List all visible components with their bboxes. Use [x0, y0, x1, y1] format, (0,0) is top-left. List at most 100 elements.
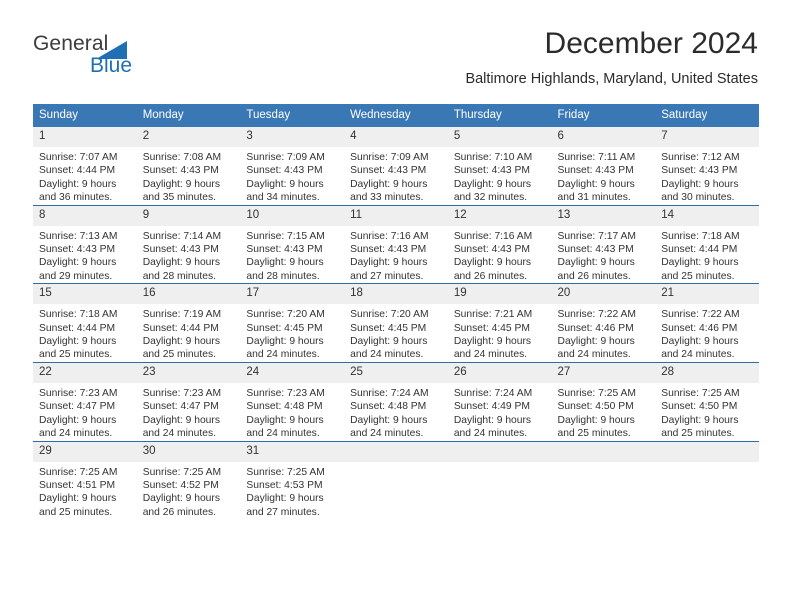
daylight-text-line1: Daylight: 9 hours — [557, 336, 635, 348]
day-cell[interactable]: 30 Sunrise: 7:25 AM Sunset: 4:52 PM Dayl… — [136, 440, 241, 520]
daylight-text-line2: and 26 minutes. — [453, 270, 528, 282]
daylight-text-line1: Daylight: 9 hours — [39, 336, 117, 348]
sunrise-text: Sunrise: 7:25 AM — [246, 466, 325, 478]
daylight-text-line1: Daylight: 9 hours — [661, 336, 739, 348]
day-cell[interactable]: 19 Sunrise: 7:21 AM Sunset: 4:45 PM Dayl… — [447, 283, 552, 363]
day-cell[interactable]: 22 Sunrise: 7:23 AM Sunset: 4:47 PM Dayl… — [33, 361, 137, 441]
day-cell[interactable]: 17 Sunrise: 7:20 AM Sunset: 4:45 PM Dayl… — [240, 283, 345, 363]
day-details: Sunrise: 7:09 AM Sunset: 4:43 PM Dayligh… — [240, 147, 344, 205]
daylight-text-line2: and 24 minutes. — [453, 349, 528, 361]
daylight-text-line1: Daylight: 9 hours — [453, 178, 532, 190]
day-cell[interactable]: 28 Sunrise: 7:25 AM Sunset: 4:50 PM Dayl… — [655, 361, 759, 441]
daylight-text-line2: and 24 minutes. — [453, 428, 528, 440]
day-details: Sunrise: 7:18 AM Sunset: 4:44 PM Dayligh… — [33, 304, 137, 362]
day-cell[interactable]: 18 Sunrise: 7:20 AM Sunset: 4:45 PM Dayl… — [344, 283, 448, 363]
day-cell[interactable]: 29 Sunrise: 7:25 AM Sunset: 4:51 PM Dayl… — [33, 440, 137, 520]
day-cell[interactable]: 26 Sunrise: 7:24 AM Sunset: 4:49 PM Dayl… — [447, 361, 552, 441]
sunset-text: Sunset: 4:43 PM — [557, 165, 634, 177]
day-number — [447, 441, 552, 462]
day-cell[interactable]: 2 Sunrise: 7:08 AM Sunset: 4:43 PM Dayli… — [136, 127, 241, 206]
day-details: Sunrise: 7:20 AM Sunset: 4:45 PM Dayligh… — [240, 304, 344, 362]
sunrise-text: Sunrise: 7:24 AM — [350, 387, 429, 399]
daylight-text-line2: and 29 minutes. — [39, 270, 113, 282]
day-cell[interactable]: 23 Sunrise: 7:23 AM Sunset: 4:47 PM Dayl… — [136, 361, 241, 441]
day-number: 6 — [551, 127, 656, 147]
day-cell[interactable]: 9 Sunrise: 7:14 AM Sunset: 4:43 PM Dayli… — [136, 204, 241, 284]
day-details: Sunrise: 7:14 AM Sunset: 4:43 PM Dayligh… — [137, 226, 241, 284]
title-block: December 2024 Baltimore Highlands, Maryl… — [465, 26, 758, 88]
sunrise-text: Sunrise: 7:16 AM — [453, 230, 533, 242]
day-details: Sunrise: 7:20 AM Sunset: 4:45 PM Dayligh… — [344, 304, 448, 362]
daylight-text-line2: and 24 minutes. — [39, 428, 113, 440]
page-subtitle: Baltimore Highlands, Maryland, United St… — [465, 71, 758, 87]
day-number: 16 — [136, 284, 241, 305]
day-cell[interactable]: 8 Sunrise: 7:13 AM Sunset: 4:43 PM Dayli… — [33, 204, 137, 284]
sunrise-text: Sunrise: 7:17 AM — [557, 230, 636, 242]
day-cell[interactable]: 10 Sunrise: 7:15 AM Sunset: 4:43 PM Dayl… — [240, 204, 345, 284]
sunset-text: Sunset: 4:49 PM — [453, 401, 530, 413]
daylight-text-line1: Daylight: 9 hours — [142, 414, 220, 426]
day-cell[interactable]: 13 Sunrise: 7:17 AM Sunset: 4:43 PM Dayl… — [551, 204, 656, 284]
day-cell[interactable]: 21 Sunrise: 7:22 AM Sunset: 4:46 PM Dayl… — [655, 283, 759, 363]
sunrise-text: Sunrise: 7:25 AM — [661, 387, 740, 399]
day-details: Sunrise: 7:18 AM Sunset: 4:44 PM Dayligh… — [655, 226, 759, 284]
day-number: 9 — [136, 205, 241, 226]
day-cell[interactable]: 15 Sunrise: 7:18 AM Sunset: 4:44 PM Dayl… — [33, 283, 137, 363]
day-cell[interactable]: 16 Sunrise: 7:19 AM Sunset: 4:44 PM Dayl… — [136, 283, 241, 363]
day-cell[interactable]: 4 Sunrise: 7:09 AM Sunset: 4:43 PM Dayli… — [344, 127, 448, 206]
sunset-text: Sunset: 4:48 PM — [246, 401, 323, 413]
daylight-text-line2: and 24 minutes. — [350, 428, 424, 440]
sunset-text: Sunset: 4:48 PM — [350, 401, 427, 413]
day-cell-empty — [655, 440, 759, 520]
sunset-text: Sunset: 4:45 PM — [246, 322, 323, 334]
day-cell[interactable]: 11 Sunrise: 7:16 AM Sunset: 4:43 PM Dayl… — [344, 204, 448, 284]
day-cell[interactable]: 20 Sunrise: 7:22 AM Sunset: 4:46 PM Dayl… — [551, 283, 656, 363]
sunset-text: Sunset: 4:50 PM — [661, 401, 738, 413]
logo-text-blue: Blue — [90, 54, 133, 77]
day-cell[interactable]: 7 Sunrise: 7:12 AM Sunset: 4:43 PM Dayli… — [655, 127, 759, 206]
sunrise-text: Sunrise: 7:12 AM — [661, 152, 740, 163]
day-number: 25 — [344, 362, 448, 383]
daylight-text-line2: and 27 minutes. — [350, 270, 424, 282]
day-cell[interactable]: 24 Sunrise: 7:23 AM Sunset: 4:48 PM Dayl… — [240, 361, 345, 441]
daylight-text-line1: Daylight: 9 hours — [557, 178, 635, 190]
daylight-text-line1: Daylight: 9 hours — [39, 178, 117, 190]
day-cell[interactable]: 6 Sunrise: 7:11 AM Sunset: 4:43 PM Dayli… — [551, 127, 656, 206]
daylight-text-line2: and 24 minutes. — [661, 349, 735, 361]
sunset-text: Sunset: 4:43 PM — [453, 244, 530, 256]
calendar-page: General Blue December 2024 Baltimore Hig… — [0, 0, 792, 612]
day-number: 7 — [655, 127, 759, 147]
day-details: Sunrise: 7:25 AM Sunset: 4:50 PM Dayligh… — [655, 383, 759, 441]
sunset-text: Sunset: 4:43 PM — [142, 165, 219, 177]
day-cell[interactable]: 14 Sunrise: 7:18 AM Sunset: 4:44 PM Dayl… — [655, 204, 759, 284]
day-cell[interactable]: 12 Sunrise: 7:16 AM Sunset: 4:43 PM Dayl… — [447, 204, 552, 284]
day-details: Sunrise: 7:22 AM Sunset: 4:46 PM Dayligh… — [655, 304, 759, 362]
page-header: General Blue December 2024 Baltimore Hig… — [0, 0, 792, 100]
day-number: 30 — [136, 441, 241, 462]
day-cell[interactable]: 25 Sunrise: 7:24 AM Sunset: 4:48 PM Dayl… — [344, 361, 448, 441]
day-cell[interactable]: 1 Sunrise: 7:07 AM Sunset: 4:44 PM Dayli… — [33, 127, 137, 206]
day-number: 5 — [447, 127, 552, 147]
daylight-text-line1: Daylight: 9 hours — [246, 257, 324, 269]
day-cell[interactable]: 27 Sunrise: 7:25 AM Sunset: 4:50 PM Dayl… — [551, 361, 656, 441]
day-number: 28 — [655, 362, 759, 383]
day-number: 8 — [33, 205, 137, 226]
day-cell[interactable]: 3 Sunrise: 7:09 AM Sunset: 4:43 PM Dayli… — [240, 127, 345, 206]
day-cell-empty — [551, 440, 656, 520]
logo-general-blue[interactable]: General Blue — [33, 32, 213, 84]
sunset-text: Sunset: 4:53 PM — [246, 479, 323, 491]
daylight-text-line2: and 36 minutes. — [39, 192, 113, 204]
daylight-text-line1: Daylight: 9 hours — [661, 414, 739, 426]
daylight-text-line2: and 33 minutes. — [350, 192, 424, 204]
daylight-text-line1: Daylight: 9 hours — [142, 493, 220, 505]
day-cell[interactable]: 5 Sunrise: 7:10 AM Sunset: 4:43 PM Dayli… — [447, 127, 552, 206]
day-cell[interactable]: 31 Sunrise: 7:25 AM Sunset: 4:53 PM Dayl… — [240, 440, 345, 520]
sunset-text: Sunset: 4:45 PM — [350, 322, 427, 334]
daylight-text-line2: and 25 minutes. — [661, 428, 735, 440]
sunrise-text: Sunrise: 7:22 AM — [557, 309, 636, 321]
daylight-text-line1: Daylight: 9 hours — [39, 414, 117, 426]
day-number: 10 — [240, 205, 345, 226]
day-number: 12 — [447, 205, 552, 226]
day-details: Sunrise: 7:23 AM Sunset: 4:47 PM Dayligh… — [137, 383, 241, 441]
sunrise-text: Sunrise: 7:25 AM — [39, 466, 118, 478]
